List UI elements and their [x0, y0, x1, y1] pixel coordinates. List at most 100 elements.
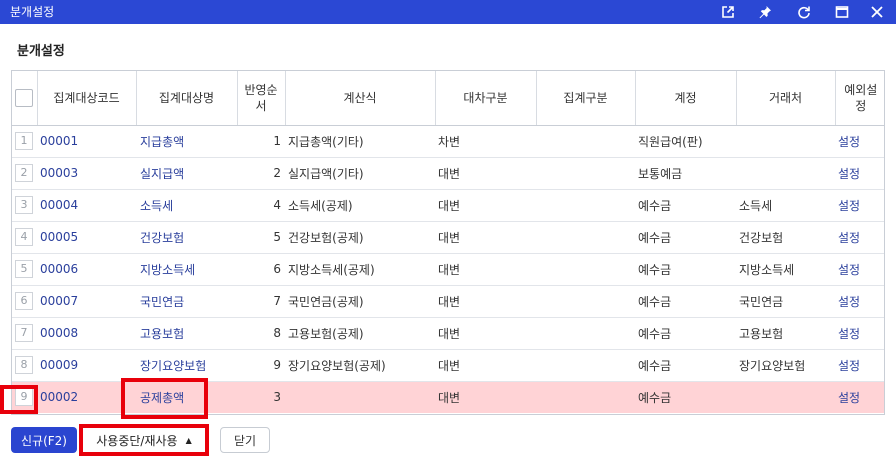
table-row[interactable]: 6 00007 국민연금 7 국민연금(공제) 대변 예수금 국민연금 설정	[12, 285, 884, 318]
cell-exception[interactable]: 설정	[835, 189, 884, 222]
cell-agg-type	[536, 157, 635, 190]
cell-order: 7	[237, 285, 285, 318]
cell-exception[interactable]: 설정	[835, 285, 884, 318]
table-row[interactable]: 8 00009 장기요양보험 9 장기요양보험(공제) 대변 예수금 장기요양보험 설정	[12, 349, 884, 382]
page-title: 분개설정	[17, 44, 65, 59]
cell-formula: 건강보험(공제)	[285, 221, 435, 254]
cell-name[interactable]: 지방소득세	[136, 253, 237, 286]
cell-client: 고용보험	[736, 317, 835, 350]
cell-agg-type	[536, 349, 635, 382]
maximize-icon[interactable]	[832, 2, 852, 22]
window-title: 분개설정	[10, 5, 55, 19]
cell-exception[interactable]: 설정	[835, 253, 884, 286]
cell-name[interactable]: 소득세	[136, 189, 237, 222]
cell-account: 예수금	[635, 189, 736, 222]
cell-name[interactable]: 고용보험	[136, 317, 237, 350]
cell-client: 건강보험	[736, 221, 835, 254]
cell-code[interactable]: 00006	[37, 253, 136, 286]
cell-exception[interactable]: 설정	[835, 381, 884, 413]
row-number-badge: 3	[15, 196, 33, 214]
cell-name[interactable]: 건강보험	[136, 221, 237, 254]
header-client[interactable]: 거래처	[736, 71, 836, 126]
cell-client: 지방소득세	[736, 253, 835, 286]
row-number: 5	[12, 253, 37, 286]
row-number-badge: 2	[15, 164, 33, 182]
cell-agg-type	[536, 253, 635, 286]
cell-exception[interactable]: 설정	[835, 221, 884, 254]
cell-code[interactable]: 00002	[37, 381, 136, 413]
cell-order: 4	[237, 189, 285, 222]
cell-exception[interactable]: 설정	[835, 157, 884, 190]
cell-order: 9	[237, 349, 285, 382]
cell-agg-type	[536, 189, 635, 222]
cell-code[interactable]: 00005	[37, 221, 136, 254]
cell-formula: 고용보험(공제)	[285, 317, 435, 350]
cell-exception[interactable]: 설정	[835, 125, 884, 158]
cell-order: 3	[237, 381, 285, 413]
cell-name[interactable]: 공제총액	[136, 381, 237, 413]
status-toggle-button[interactable]: 사용중단/재사용 ▲	[79, 424, 209, 456]
cell-name[interactable]: 국민연금	[136, 285, 237, 318]
row-number: 7	[12, 317, 37, 350]
header-debit-credit[interactable]: 대차구분	[435, 71, 537, 126]
select-all-header	[12, 71, 38, 126]
refresh-icon[interactable]	[794, 2, 814, 22]
table-row[interactable]: 9 00002 공제총액 3 대변 예수금 설정	[12, 381, 884, 413]
table-row[interactable]: 3 00004 소득세 4 소득세(공제) 대변 예수금 소득세 설정	[12, 189, 884, 222]
header-account[interactable]: 계정	[635, 71, 737, 126]
cell-formula: 국민연금(공제)	[285, 285, 435, 318]
cell-formula: 지급총액(기타)	[285, 125, 435, 158]
cell-formula: 소득세(공제)	[285, 189, 435, 222]
cell-code[interactable]: 00003	[37, 157, 136, 190]
table-row[interactable]: 2 00003 실지급액 2 실지급액(기타) 대변 보통예금 설정	[12, 157, 884, 190]
journal-settings-grid: 집계대상코드 집계대상명 반영순서 계산식 대차구분 집계구분 계정 거래처 예…	[11, 70, 885, 415]
row-number-badge: 7	[15, 324, 33, 342]
table-row[interactable]: 7 00008 고용보험 8 고용보험(공제) 대변 예수금 고용보험 설정	[12, 317, 884, 350]
row-number-badge: 8	[15, 356, 33, 374]
cell-debit-credit: 대변	[435, 381, 536, 413]
header-exception[interactable]: 예외설정	[835, 71, 884, 126]
header-name[interactable]: 집계대상명	[136, 71, 238, 126]
table-row[interactable]: 1 00001 지급총액 1 지급총액(기타) 차변 직원급여(판) 설정	[12, 125, 884, 158]
header-agg-type[interactable]: 집계구분	[536, 71, 636, 126]
cell-client: 국민연금	[736, 285, 835, 318]
cell-exception[interactable]: 설정	[835, 349, 884, 382]
table-row[interactable]: 5 00006 지방소득세 6 지방소득세(공제) 대변 예수금 지방소득세 설정	[12, 253, 884, 286]
cell-code[interactable]: 00007	[37, 285, 136, 318]
window-titlebar: 분개설정	[0, 0, 896, 24]
row-number-badge: 9	[15, 388, 33, 407]
select-all-checkbox[interactable]	[15, 88, 34, 107]
row-number: 6	[12, 285, 37, 318]
cell-order: 5	[237, 221, 285, 254]
header-order[interactable]: 반영순서	[237, 71, 286, 126]
close-button[interactable]: 닫기	[220, 427, 270, 453]
cell-order: 2	[237, 157, 285, 190]
row-number: 4	[12, 221, 37, 254]
cell-exception[interactable]: 설정	[835, 317, 884, 350]
cell-code[interactable]: 00001	[37, 125, 136, 158]
cell-account: 직원급여(판)	[635, 125, 736, 158]
cell-name[interactable]: 실지급액	[136, 157, 237, 190]
cell-formula: 실지급액(기타)	[285, 157, 435, 190]
cell-debit-credit: 대변	[435, 157, 536, 190]
cell-code[interactable]: 00008	[37, 317, 136, 350]
row-number: 1	[12, 125, 37, 158]
header-formula[interactable]: 계산식	[285, 71, 436, 126]
cell-order: 6	[237, 253, 285, 286]
cell-name[interactable]: 장기요양보험	[136, 349, 237, 382]
header-code[interactable]: 집계대상코드	[37, 71, 137, 126]
close-icon[interactable]	[867, 2, 887, 22]
table-row[interactable]: 4 00005 건강보험 5 건강보험(공제) 대변 예수금 건강보험 설정	[12, 221, 884, 254]
row-number-badge: 1	[15, 132, 33, 150]
row-number: 9	[12, 381, 37, 413]
external-link-icon[interactable]	[718, 2, 738, 22]
cell-client	[736, 157, 835, 190]
cell-agg-type	[536, 381, 635, 413]
pin-icon[interactable]	[755, 2, 775, 22]
cell-code[interactable]: 00009	[37, 349, 136, 382]
new-button[interactable]: 신규(F2)	[11, 427, 77, 453]
cell-code[interactable]: 00004	[37, 189, 136, 222]
cell-account: 예수금	[635, 317, 736, 350]
cell-name[interactable]: 지급총액	[136, 125, 237, 158]
cell-agg-type	[536, 221, 635, 254]
